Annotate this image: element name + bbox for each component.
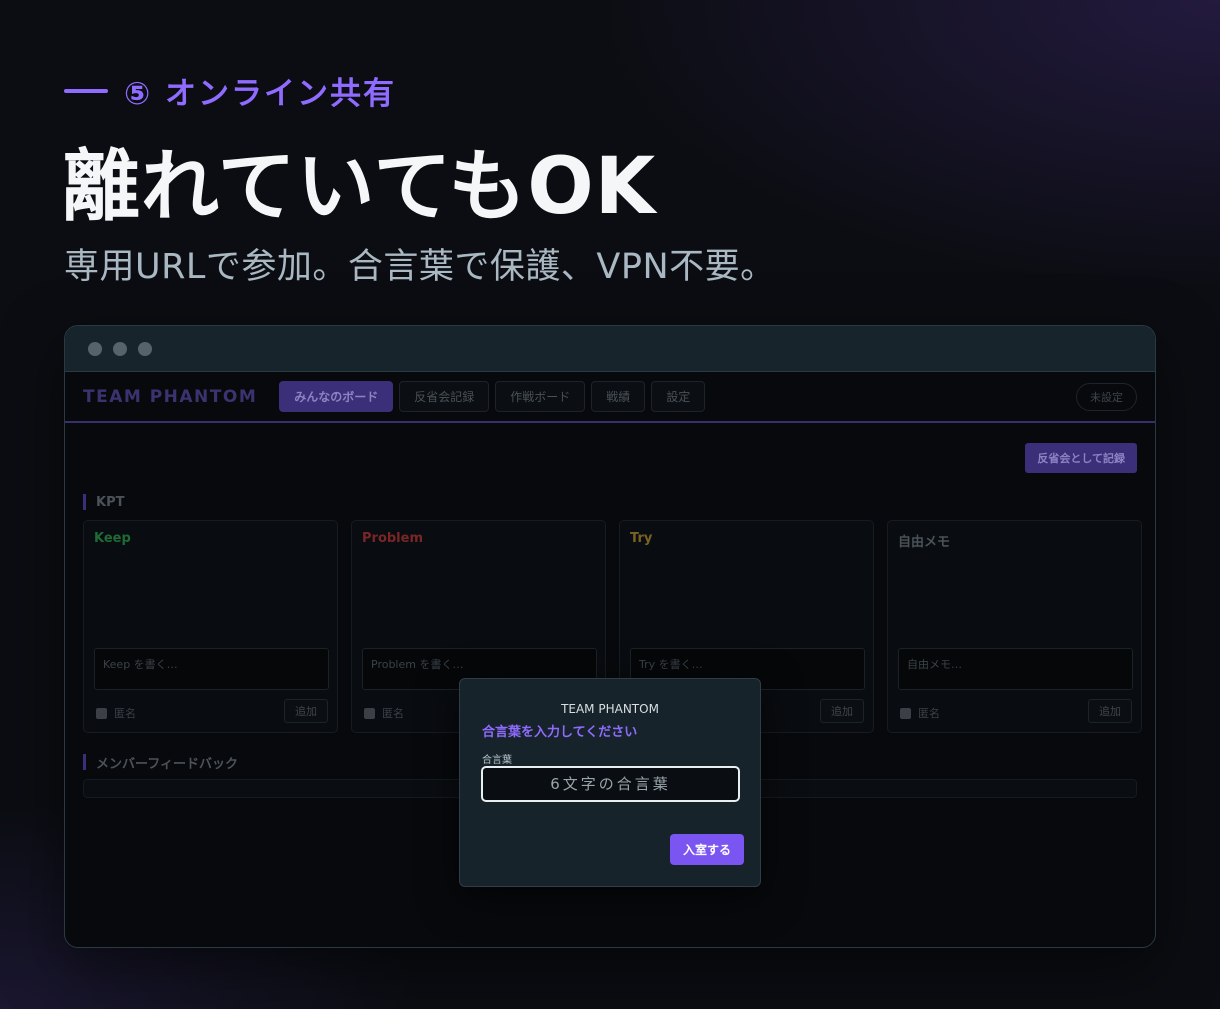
eyebrow-bar [64,88,108,93]
hero-title: 離れていてもOK [62,142,657,232]
app-brand: TEAM PHANTOM [83,386,258,407]
app-navbar: TEAM PHANTOM みんなのボード 反省会記録 作戦ボード 戦績 設定 未… [65,372,1155,423]
anonymous-toggle[interactable]: 匿名 [364,705,404,721]
add-try-button[interactable]: 追加 [820,699,864,723]
card-title: Try [630,531,653,546]
anonymous-label: 匿名 [382,707,404,720]
window-titlebar [65,326,1155,372]
add-memo-button[interactable]: 追加 [1088,699,1132,723]
kpt-card-free-memo: 自由メモ 匿名 追加 [887,520,1142,733]
section-eyebrow: ⑤ オンライン共有 [64,68,396,113]
passphrase-label: 合言葉 [482,755,512,766]
eyebrow-text: ⑤ オンライン共有 [124,76,397,112]
checkbox-icon[interactable] [96,707,107,719]
passphrase-input[interactable] [481,766,740,802]
free-memo-input[interactable] [898,648,1133,690]
anonymous-toggle[interactable]: 匿名 [900,705,940,721]
tab-strategy-board[interactable]: 作戦ボード [495,381,586,412]
anonymous-toggle[interactable]: 匿名 [96,705,136,721]
kpt-section-title: KPT [83,494,124,510]
card-title: Problem [362,531,423,546]
anonymous-label: 匿名 [918,707,940,720]
record-retro-button[interactable]: 反省会として記録 [1025,443,1137,473]
tab-results[interactable]: 戦績 [591,381,646,412]
tab-retro-records[interactable]: 反省会記録 [399,381,490,412]
add-keep-button[interactable]: 追加 [284,699,328,723]
modal-heading: 合言葉を入力してください [482,725,638,740]
hero-subtitle: 専用URLで参加。合言葉で保護、VPN不要。 [64,247,776,287]
enter-room-button[interactable]: 入室する [670,834,745,865]
keep-input[interactable] [94,648,329,690]
tab-settings[interactable]: 設定 [651,381,706,412]
kpt-card-keep: Keep 匿名 追加 [83,520,338,733]
checkbox-icon[interactable] [900,707,911,719]
passphrase-modal: TEAM PHANTOM 合言葉を入力してください 合言葉 入室する [459,678,761,887]
anonymous-label: 匿名 [114,707,136,720]
status-badge[interactable]: 未設定 [1076,383,1137,411]
window-dot-minimize[interactable] [113,341,127,356]
modal-brand: TEAM PHANTOM [561,702,659,716]
card-title: Keep [94,531,131,546]
feedback-section-title: メンバーフィードバック [83,754,238,772]
window-dot-maximize[interactable] [138,341,152,356]
tab-board[interactable]: みんなのボード [279,381,394,412]
checkbox-icon[interactable] [364,707,375,719]
window-dot-close[interactable] [88,341,102,356]
card-title: 自由メモ [898,535,951,550]
